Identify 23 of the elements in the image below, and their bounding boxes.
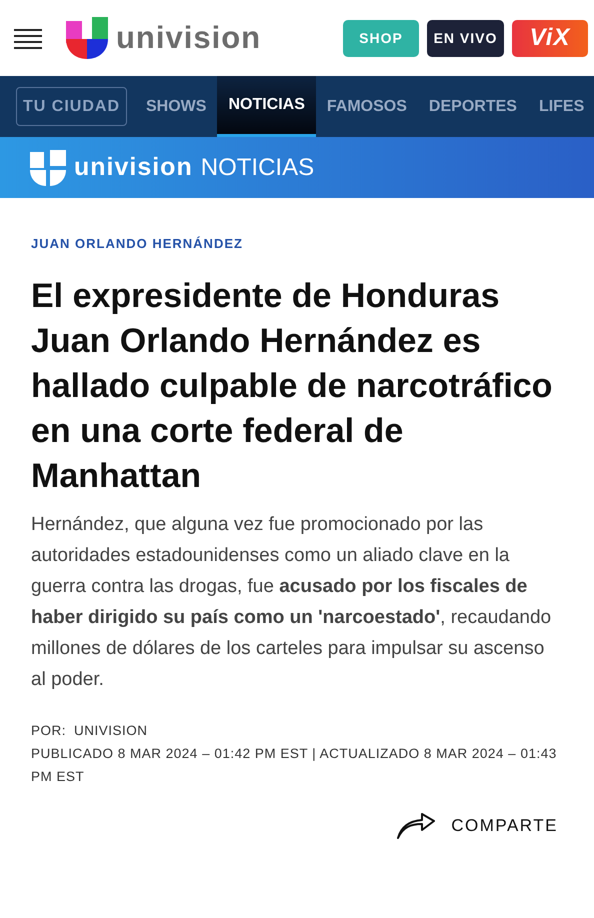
shop-button[interactable]: SHOP xyxy=(343,20,419,56)
summary: Hernández, que alguna vez fue promocionado por las autoridades estadounidenses como un aliado clave en la guerra contra las drogas, fue acusado por los fiscales de haber dirigido su país como un 'narcoestado', recaudando millones de dólares de los carteles para impulsar su ascenso al poder. xyxy=(31,512,552,692)
nav-tab[interactable]: SHOWS xyxy=(135,76,218,137)
author-name: UNIVISION xyxy=(74,722,148,740)
share-button[interactable]: COMPARTE xyxy=(391,812,564,840)
logo-wordmark[interactable]: univision xyxy=(116,14,262,62)
nav-tab[interactable]: FAMOSOS xyxy=(316,76,418,137)
logo-icon xyxy=(30,150,66,186)
banner-section: NOTICIAS xyxy=(200,150,314,186)
city-button[interactable]: TU CIUDAD xyxy=(16,87,127,126)
nav-tab[interactable]: LIFES xyxy=(528,76,594,137)
live-button[interactable]: EN VIVO xyxy=(427,20,504,56)
logo-icon xyxy=(66,17,108,59)
byline-label: POR: xyxy=(31,722,66,740)
nav-tab[interactable]: DEPORTES xyxy=(418,76,528,137)
banner-wordmark[interactable]: univision xyxy=(74,148,193,186)
share-arrow-icon xyxy=(397,812,436,838)
vix-button[interactable]: ViX xyxy=(512,20,588,56)
nav-tab[interactable]: NOTICIAS xyxy=(217,76,316,137)
headline: El expresidente de Honduras Juan Orlando Hernández es hallado culpable de narcotráfico en una corte federal de Manhattan xyxy=(31,276,554,496)
publish-dates: PUBLICADO 8 MAR 2024 – 01:42 PM EST | ACTUALIZADO 8 MAR 2024 – 01:43 PM EST xyxy=(31,744,558,786)
topic-link[interactable]: JUAN ORLANDO HERNÁNDEZ xyxy=(31,234,564,254)
menu-icon[interactable] xyxy=(14,27,42,49)
